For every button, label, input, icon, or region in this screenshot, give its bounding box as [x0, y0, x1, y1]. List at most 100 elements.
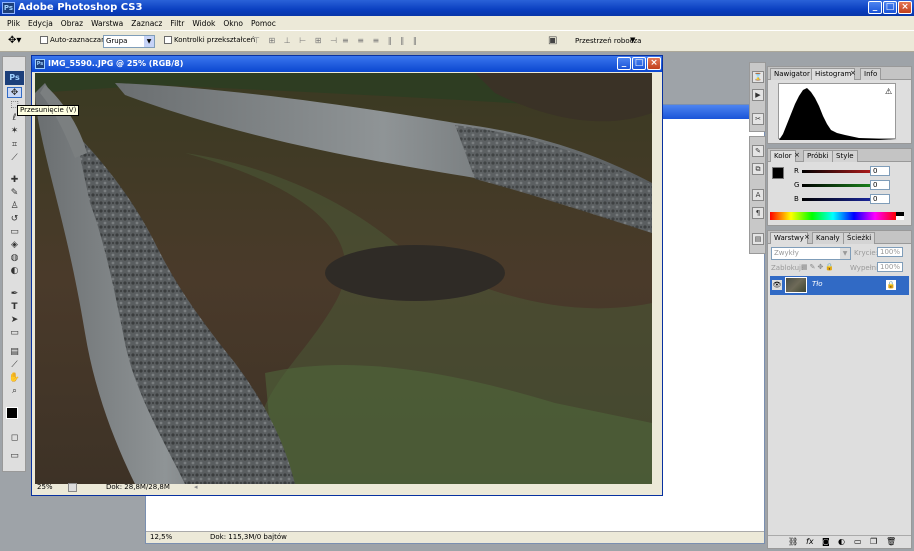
- paint-bucket-icon[interactable]: ◈: [7, 240, 22, 251]
- slice-tool-icon[interactable]: ⟋: [7, 153, 22, 164]
- delete-layer-icon[interactable]: 🗑: [886, 537, 896, 546]
- layer-style-icon[interactable]: fx: [806, 537, 814, 546]
- doc-zoom[interactable]: 25%: [37, 482, 53, 493]
- auto-select-checkbox[interactable]: [40, 36, 48, 44]
- warning-icon[interactable]: ⚠: [885, 87, 892, 96]
- menu-pomoc[interactable]: Pomoc: [247, 19, 280, 28]
- distribute-icons[interactable]: ≡ ≡ ≡ ‖ ‖ ‖: [342, 36, 420, 45]
- menu-filtr[interactable]: Filtr: [166, 19, 188, 28]
- eyedropper-icon[interactable]: ⟋: [7, 360, 22, 371]
- transform-controls-checkbox[interactable]: [164, 36, 172, 44]
- new-layer-icon[interactable]: ❐: [870, 537, 877, 546]
- document-title-bar[interactable]: Ps IMG_5590..JPG @ 25% (RGB/8) _ □ ×: [32, 56, 662, 72]
- notes-tool-icon[interactable]: ▤: [7, 347, 22, 358]
- tab-navigator[interactable]: Nawigator: [770, 68, 814, 80]
- tab-layers[interactable]: Warstwy: [770, 232, 808, 244]
- document-status-bar: 25% Dok: 28,8M/28,8M ◂: [34, 482, 660, 493]
- close-button[interactable]: ×: [898, 1, 912, 14]
- tab-channels[interactable]: Kanały: [812, 232, 844, 244]
- document-window-front[interactable]: Ps IMG_5590..JPG @ 25% (RGB/8) _ □ × 25%…: [31, 55, 663, 496]
- maximize-button[interactable]: □: [883, 1, 897, 14]
- auto-select-dropdown[interactable]: Grupa ▼: [103, 35, 155, 48]
- doc-back-info[interactable]: Dok: 115,3M/0 bajtów: [210, 532, 287, 543]
- link-layers-icon[interactable]: ⛓: [788, 537, 798, 546]
- fill-input[interactable]: 100%: [877, 262, 903, 272]
- new-group-icon[interactable]: ▭: [854, 537, 862, 546]
- close-tab-icon[interactable]: ×: [804, 233, 810, 241]
- status-icon[interactable]: [68, 483, 77, 492]
- brushes-palette-icon[interactable]: ✎: [752, 145, 764, 157]
- workspace-chevron-icon[interactable]: ▼: [630, 36, 635, 44]
- channel-g-input[interactable]: 0: [870, 180, 890, 190]
- blend-mode-dropdown[interactable]: Zwykły ▼: [771, 247, 851, 260]
- brush-tool-icon[interactable]: ✎: [7, 188, 22, 199]
- healing-brush-icon[interactable]: ✚: [7, 175, 22, 186]
- menu-widok[interactable]: Widok: [188, 19, 219, 28]
- quick-mask-icon[interactable]: ◻: [7, 433, 22, 444]
- menu-warstwa[interactable]: Warstwa: [87, 19, 127, 28]
- character-palette-icon[interactable]: A: [752, 189, 764, 201]
- channel-b-input[interactable]: 0: [870, 194, 890, 204]
- menu-edycja[interactable]: Edycja: [24, 19, 57, 28]
- menu-zaznacz[interactable]: Zaznacz: [127, 19, 166, 28]
- doc-minimize-button[interactable]: _: [617, 57, 631, 70]
- tab-color[interactable]: Kolor: [770, 150, 796, 162]
- opacity-input[interactable]: 100%: [877, 247, 903, 257]
- move-tool-icon[interactable]: ✥: [7, 87, 22, 98]
- pen-tool-icon[interactable]: ✒: [7, 289, 22, 300]
- menu-plik[interactable]: Plik: [3, 19, 24, 28]
- actions-palette-icon[interactable]: ▶: [752, 89, 764, 101]
- clone-stamp-icon[interactable]: ♙: [7, 201, 22, 212]
- history-brush-icon[interactable]: ↺: [7, 214, 22, 225]
- align-icons[interactable]: ⊤ ⊞ ⊥ ⊢ ⊞ ⊣: [253, 36, 340, 45]
- color-spectrum-bar[interactable]: [770, 212, 896, 220]
- tab-swatches[interactable]: Próbki: [803, 150, 833, 162]
- move-tool-preset-icon[interactable]: ✥▾: [8, 35, 21, 46]
- minimize-button[interactable]: _: [868, 1, 882, 14]
- menu-obraz[interactable]: Obraz: [57, 19, 87, 28]
- tab-styles[interactable]: Style: [832, 150, 858, 162]
- color-palette: Kolor × Próbki Style R 0 G 0 B 0: [767, 148, 912, 226]
- toolbox: Ps ✥ ⬚ ℓ ✶ ⌗ ⟋ ✚ ✎ ♙ ↺ ▭ ◈ ◍ ◐ ✒ T ➤ ▭ ▤…: [2, 56, 26, 472]
- magic-wand-icon[interactable]: ✶: [7, 126, 22, 137]
- foreground-color-swatch[interactable]: [6, 407, 18, 419]
- menu-okno[interactable]: Okno: [219, 19, 247, 28]
- crop-tool-icon[interactable]: ⌗: [7, 140, 22, 151]
- lock-icons[interactable]: ▦✎✥🔒: [801, 263, 836, 271]
- close-tab-icon[interactable]: ×: [794, 151, 800, 159]
- chevron-down-icon: ▼: [144, 36, 154, 47]
- channel-r-input[interactable]: 0: [870, 166, 890, 176]
- clone-source-icon[interactable]: ⧉: [752, 163, 764, 175]
- blur-tool-icon[interactable]: ◍: [7, 253, 22, 264]
- adjustment-layer-icon[interactable]: ◐: [838, 537, 845, 546]
- bridge-icon[interactable]: ▣: [548, 35, 557, 46]
- doc-maximize-button[interactable]: □: [632, 57, 646, 70]
- scroll-left-icon[interactable]: ◂: [194, 482, 198, 493]
- tab-paths[interactable]: Ścieżki: [843, 232, 876, 244]
- layer-comps-icon[interactable]: ▤: [752, 233, 764, 245]
- doc-info[interactable]: Dok: 28,8M/28,8M: [106, 482, 170, 493]
- tab-info[interactable]: Info: [860, 68, 882, 80]
- close-tab-icon[interactable]: ×: [850, 69, 856, 77]
- lock-label: Zablokuj:: [771, 264, 804, 272]
- doc-back-zoom[interactable]: 12,5%: [150, 532, 172, 543]
- layer-mask-icon[interactable]: ◙: [822, 537, 830, 546]
- zoom-tool-icon[interactable]: ⌕: [7, 386, 22, 397]
- foreground-color-icon[interactable]: [772, 167, 784, 179]
- hand-tool-icon[interactable]: ✋: [7, 373, 22, 384]
- tool-presets-icon[interactable]: ✂: [752, 113, 764, 125]
- paragraph-palette-icon[interactable]: ¶: [752, 207, 764, 219]
- doc-close-button[interactable]: ×: [647, 57, 661, 70]
- type-tool-icon[interactable]: T: [7, 302, 22, 313]
- photo-canvas[interactable]: [35, 73, 652, 484]
- black-white-swatch[interactable]: [896, 212, 904, 220]
- history-palette-icon[interactable]: ⌛: [752, 71, 764, 83]
- dodge-tool-icon[interactable]: ◐: [7, 266, 22, 277]
- eraser-icon[interactable]: ▭: [7, 227, 22, 238]
- shape-tool-icon[interactable]: ▭: [7, 328, 22, 339]
- tab-histogram[interactable]: Histogram: [811, 68, 856, 80]
- path-select-icon[interactable]: ➤: [7, 315, 22, 326]
- layer-row-background[interactable]: 👁 Tło 🔒: [770, 276, 909, 295]
- screen-mode-icon[interactable]: ▭: [7, 451, 22, 462]
- eye-visibility-icon[interactable]: 👁: [772, 280, 782, 290]
